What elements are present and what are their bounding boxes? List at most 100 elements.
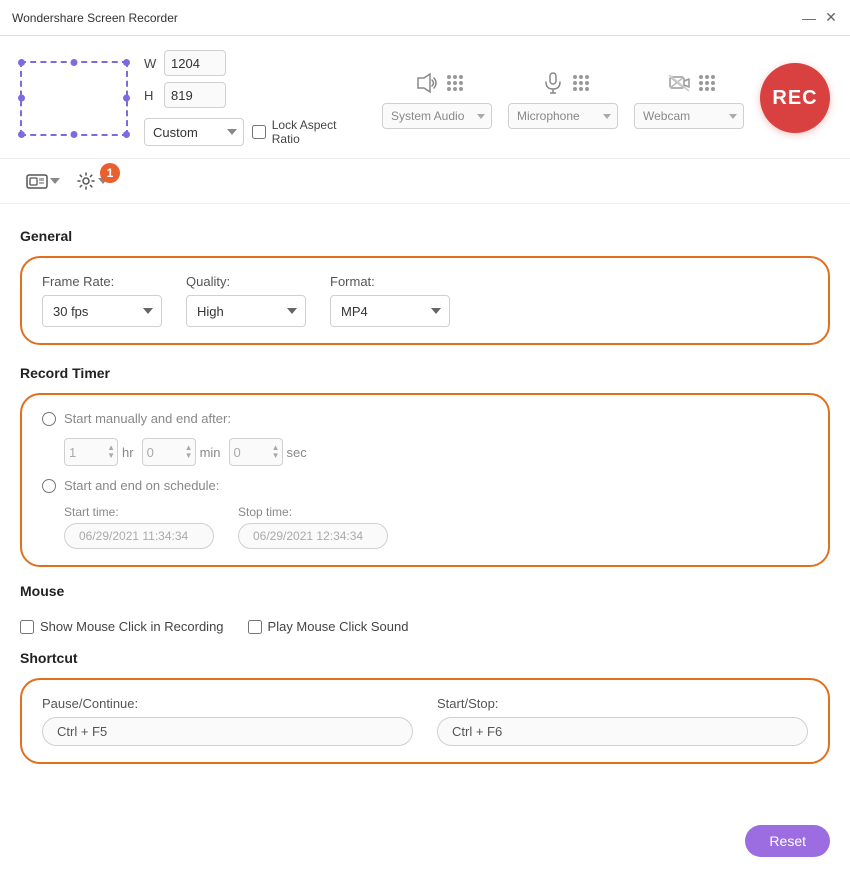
- format-field: Format: MP4 MOV AVI GIF: [330, 274, 450, 327]
- timer-radio2[interactable]: [42, 479, 56, 493]
- sec-unit: sec: [287, 445, 307, 460]
- minimize-button[interactable]: —: [802, 11, 816, 25]
- sec-spinbox[interactable]: ▲ ▼: [229, 438, 283, 466]
- min-down-arrow[interactable]: ▼: [185, 452, 193, 460]
- start-time-label: Start time:: [64, 505, 214, 519]
- quality-field: Quality: Low Medium High: [186, 274, 306, 327]
- dropdown-arrow-icon: [50, 178, 60, 184]
- format-select[interactable]: MP4 MOV AVI GIF: [330, 295, 450, 327]
- min-spinbox[interactable]: ▲ ▼: [142, 438, 196, 466]
- microphone-grid-icon: [573, 75, 589, 91]
- show-click-option[interactable]: Show Mouse Click in Recording: [20, 619, 224, 634]
- start-time-field: Start time:: [64, 505, 214, 549]
- show-click-checkbox[interactable]: [20, 620, 34, 634]
- resize-handle-tr[interactable]: [123, 59, 130, 66]
- schedule-inputs: Start time: Stop time:: [64, 505, 808, 549]
- webcam-select[interactable]: Webcam: [634, 103, 744, 129]
- stop-time-input[interactable]: [238, 523, 388, 549]
- general-box: Frame Rate: 20 fps 25 fps 30 fps 60 fps …: [20, 256, 830, 345]
- sec-down-arrow[interactable]: ▼: [272, 452, 280, 460]
- timer-option2-label: Start and end on schedule:: [64, 478, 219, 493]
- timer-box: Start manually and end after: ▲ ▼ hr: [20, 393, 830, 567]
- timer-option1: Start manually and end after:: [42, 411, 808, 426]
- pause-input[interactable]: [42, 717, 413, 746]
- hr-group: ▲ ▼ hr: [64, 438, 134, 466]
- resize-handle-bl[interactable]: [18, 131, 25, 138]
- window-controls: — ✕: [802, 11, 838, 25]
- microphone-icon-btn[interactable]: [537, 67, 569, 99]
- microphone-icons: [537, 67, 589, 99]
- width-input[interactable]: [164, 50, 226, 76]
- mouse-title: Mouse: [20, 583, 830, 599]
- top-bar: W H Custom Full Screen 720p 1080p Lock A…: [0, 36, 850, 159]
- preset-row: Custom Full Screen 720p 1080p Lock Aspec…: [144, 118, 366, 146]
- microphone-device: Microphone: [508, 67, 618, 129]
- frame-rate-select[interactable]: 20 fps 25 fps 30 fps 60 fps: [42, 295, 162, 327]
- start-stop-input[interactable]: [437, 717, 808, 746]
- min-unit: min: [200, 445, 221, 460]
- dimensions-panel: W H Custom Full Screen 720p 1080p Lock A…: [144, 50, 366, 146]
- app-title: Wondershare Screen Recorder: [12, 11, 802, 25]
- play-sound-label: Play Mouse Click Sound: [268, 619, 409, 634]
- shortcut-row: Pause/Continue: Start/Stop:: [42, 696, 808, 746]
- system-audio-select[interactable]: System Audio: [382, 103, 492, 129]
- system-audio-icon-btn[interactable]: [411, 67, 443, 99]
- general-title: General: [20, 228, 830, 244]
- settings-content: General Frame Rate: 20 fps 25 fps 30 fps…: [0, 204, 850, 869]
- hr-down-arrow[interactable]: ▼: [107, 452, 115, 460]
- lock-aspect-label[interactable]: Lock Aspect Ratio: [252, 118, 366, 146]
- webcam-icons: [663, 67, 715, 99]
- start-time-input[interactable]: [64, 523, 214, 549]
- capture-mode-button[interactable]: [20, 168, 66, 194]
- resize-handle-lm[interactable]: [18, 95, 25, 102]
- min-arrows: ▲ ▼: [185, 444, 193, 460]
- height-label: H: [144, 88, 158, 103]
- hr-input[interactable]: [69, 445, 99, 460]
- microphone-select[interactable]: Microphone: [508, 103, 618, 129]
- play-sound-option[interactable]: Play Mouse Click Sound: [248, 619, 409, 634]
- close-button[interactable]: ✕: [824, 11, 838, 25]
- lock-aspect-text: Lock Aspect Ratio: [272, 118, 366, 146]
- width-row: W: [144, 50, 366, 76]
- start-stop-label: Start/Stop:: [437, 696, 808, 711]
- timer-option2: Start and end on schedule:: [42, 478, 808, 493]
- resize-handle-tl[interactable]: [18, 59, 25, 66]
- min-input[interactable]: [147, 445, 177, 460]
- settings-button[interactable]: 1: [70, 167, 114, 195]
- hr-unit: hr: [122, 445, 134, 460]
- main-container: W H Custom Full Screen 720p 1080p Lock A…: [0, 36, 850, 869]
- start-stop-field: Start/Stop:: [437, 696, 808, 746]
- resize-handle-bm[interactable]: [71, 131, 78, 138]
- pause-label: Pause/Continue:: [42, 696, 413, 711]
- system-audio-device: System Audio: [382, 67, 492, 129]
- play-sound-checkbox[interactable]: [248, 620, 262, 634]
- stop-time-label: Stop time:: [238, 505, 388, 519]
- shortcut-title: Shortcut: [20, 650, 830, 666]
- height-row: H: [144, 82, 366, 108]
- system-audio-grid-icon: [447, 75, 463, 91]
- resize-handle-rm[interactable]: [123, 95, 130, 102]
- reset-button[interactable]: Reset: [745, 825, 830, 857]
- frame-rate-label: Frame Rate:: [42, 274, 162, 289]
- webcam-grid-icon: [699, 75, 715, 91]
- resize-handle-br[interactable]: [123, 131, 130, 138]
- time-inputs: ▲ ▼ hr ▲ ▼ min: [64, 438, 808, 466]
- lock-aspect-checkbox[interactable]: [252, 125, 266, 139]
- rec-button[interactable]: REC: [760, 63, 830, 133]
- quality-select[interactable]: Low Medium High: [186, 295, 306, 327]
- audio-section: System Audio: [382, 67, 744, 129]
- webcam-icon-btn[interactable]: [663, 67, 695, 99]
- sec-input[interactable]: [234, 445, 264, 460]
- timer-option1-label: Start manually and end after:: [64, 411, 231, 426]
- resize-handle-tm[interactable]: [71, 59, 78, 66]
- height-input[interactable]: [164, 82, 226, 108]
- bottom-bar: Reset: [725, 813, 850, 869]
- hr-spinbox[interactable]: ▲ ▼: [64, 438, 118, 466]
- general-form-row: Frame Rate: 20 fps 25 fps 30 fps 60 fps …: [42, 274, 808, 327]
- timer-radio1[interactable]: [42, 412, 56, 426]
- min-group: ▲ ▼ min: [142, 438, 221, 466]
- pause-field: Pause/Continue:: [42, 696, 413, 746]
- preset-select[interactable]: Custom Full Screen 720p 1080p: [144, 118, 244, 146]
- canvas-preview: [20, 61, 128, 136]
- shortcut-box: Pause/Continue: Start/Stop:: [20, 678, 830, 764]
